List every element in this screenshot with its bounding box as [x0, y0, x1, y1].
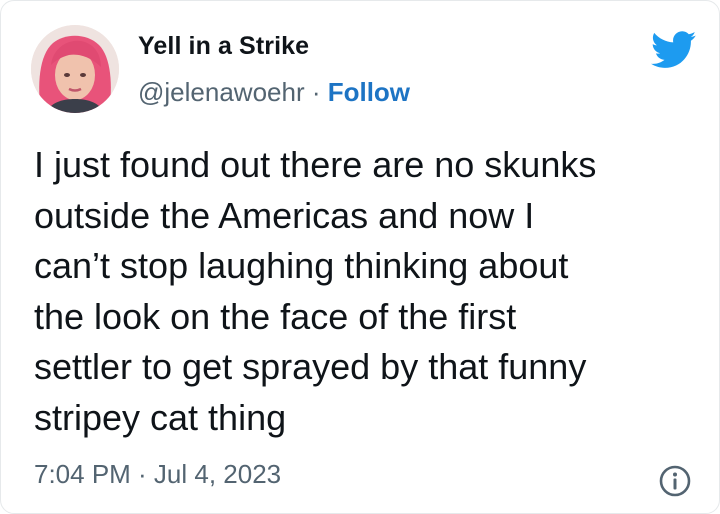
info-icon[interactable] [658, 464, 692, 498]
twitter-bird-glyph [650, 31, 697, 68]
info-glyph [659, 465, 691, 497]
follow-button[interactable]: Follow [328, 77, 410, 107]
author-handle[interactable]: @jelenawoehr [138, 77, 305, 107]
twitter-bird-icon[interactable] [650, 31, 697, 69]
display-name[interactable]: Yell in a Strike [138, 32, 309, 61]
avatar[interactable] [31, 25, 119, 113]
tweet-timestamp[interactable]: 7:04 PM · Jul 4, 2023 [34, 459, 281, 490]
avatar-image [31, 25, 119, 113]
handle-separator: · [304, 77, 328, 107]
handle-line: @jelenawoehr · Follow [138, 77, 410, 108]
tweet-text: I just found out there are no skunks out… [34, 144, 597, 438]
tweet-card: Yell in a Strike @jelenawoehr · Follow I… [0, 0, 720, 514]
